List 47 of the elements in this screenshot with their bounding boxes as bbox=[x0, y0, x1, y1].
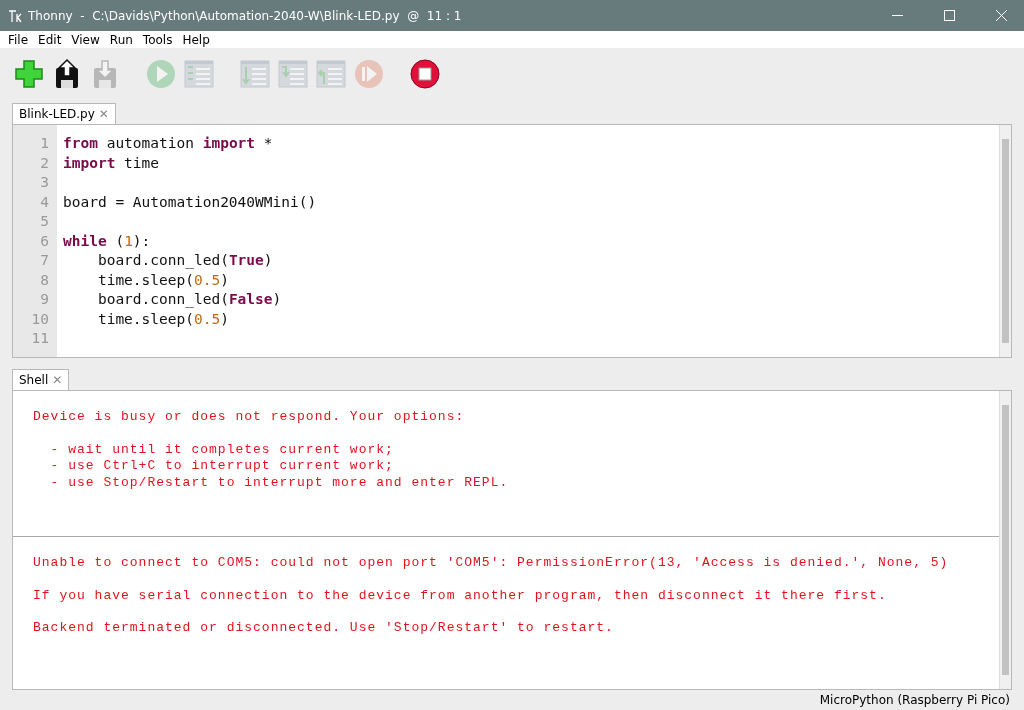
code-line: board = Automation2040WMini() bbox=[63, 193, 317, 210]
code-line: while (1): bbox=[63, 232, 151, 249]
menu-item[interactable]: Help bbox=[178, 32, 216, 47]
shell-output-line: - wait until it completes current work; bbox=[49, 441, 395, 458]
shell-output-line: If you have serial connection to the device from another program, then disconnect it there first. bbox=[33, 587, 888, 604]
stop-button[interactable] bbox=[408, 57, 442, 91]
line-number: 4 bbox=[39, 192, 49, 212]
line-number: 1 bbox=[39, 134, 49, 153]
menu-item[interactable]: Tools bbox=[138, 32, 179, 47]
line-number: 2 bbox=[39, 153, 49, 173]
minimize-icon bbox=[891, 14, 903, 17]
code-line: time.sleep(0.5) bbox=[96, 310, 229, 327]
line-number: 7 bbox=[39, 251, 49, 270]
window-title: Thonny - C:\Davids\Python\Automation-2040-W\Blink-LED.py @ 11 : 1 bbox=[28, 8, 463, 23]
menu-item[interactable]: Run bbox=[105, 32, 139, 47]
scrollbar[interactable] bbox=[999, 391, 1011, 689]
line-number: 5 bbox=[39, 212, 49, 231]
app-icon bbox=[8, 8, 22, 23]
shell-output-line: Backend terminated or disconnected. Use 'Stop/Restart' to restart. bbox=[33, 620, 615, 637]
shell-output-line: - use Ctrl+C to interrupt current work; bbox=[49, 458, 395, 475]
code-line: board.conn_led(False) bbox=[96, 291, 282, 307]
close-icon bbox=[995, 10, 1007, 21]
code-line: board.conn_led(True) bbox=[96, 252, 273, 268]
line-number: 6 bbox=[39, 231, 49, 251]
line-number: 8 bbox=[39, 270, 49, 290]
line-number: 9 bbox=[39, 290, 49, 309]
interpreter-label[interactable]: MicroPython (Raspberry Pi Pico) bbox=[819, 693, 1010, 707]
code-line: import time bbox=[63, 154, 160, 171]
menu-item[interactable]: Edit bbox=[34, 32, 68, 47]
menu-item[interactable]: View bbox=[67, 32, 106, 47]
shell-output-line: Unable to connect to COM5: could not open port 'COM5': PermissionError(13, 'Access is denied.', None, 5) bbox=[33, 555, 950, 572]
line-number: 11 bbox=[30, 329, 49, 348]
line-number: 10 bbox=[30, 309, 49, 329]
code-line: from automation import * bbox=[63, 135, 273, 151]
shell-output-line: Device is busy or does not respond. Your options: bbox=[33, 409, 466, 426]
menu-item[interactable]: File bbox=[4, 32, 35, 47]
tab[interactable]: Blink-LED.py ✕ bbox=[12, 103, 116, 124]
close-icon[interactable]: ✕ bbox=[98, 107, 109, 121]
shell-output-line: - use Stop/Restart to interrupt more and enter REPL. bbox=[49, 474, 510, 491]
tab[interactable]: Shell ✕ bbox=[12, 369, 70, 390]
code-line: time.sleep(0.5) bbox=[96, 271, 229, 288]
scrollbar[interactable] bbox=[999, 125, 1011, 357]
line-number: 3 bbox=[39, 173, 49, 192]
maximize-icon bbox=[943, 10, 955, 21]
shell-panel[interactable] bbox=[12, 390, 1012, 690]
code-editor[interactable]: 1 2 3 4 5 6 7 8 9 10 11 from automation import * import time board = Automation2040WMini() while (1): board.conn_led(True) time.sleep(0.5) board.conn_led(False) time.sleep(0.5) bbox=[12, 124, 1012, 358]
close-icon[interactable]: ✕ bbox=[52, 373, 63, 387]
